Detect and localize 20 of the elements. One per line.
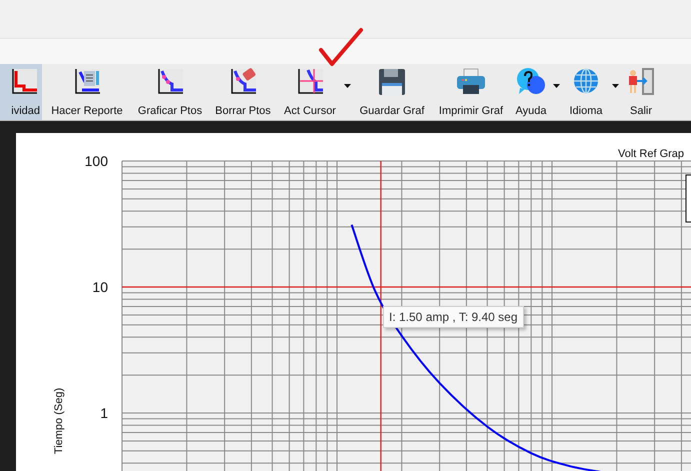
toolbar-button[interactable]: Act Cursor: [278, 64, 342, 120]
chart-title: Volt Ref Grap: [618, 148, 684, 160]
axis-tick-label: 10: [92, 279, 108, 295]
caret-icon: [553, 84, 560, 88]
caret-icon: [344, 84, 351, 88]
axis-tick-label: 100: [84, 153, 108, 169]
legend-box: [686, 174, 691, 222]
toolbar-button[interactable]: Ayuda: [511, 64, 551, 120]
toolbar-button[interactable]: Graficar Ptos: [132, 64, 208, 120]
toolbar-button[interactable]: Borrar Ptos: [208, 64, 278, 120]
axis-title: Tiempo (Seg): [53, 388, 65, 454]
toolbar-button[interactable]: Hacer Reporte: [42, 64, 132, 120]
toolbar-button[interactable]: Idioma: [562, 64, 610, 120]
toolbar-button[interactable]: ividad: [0, 64, 42, 120]
tooltip: I: 1.50 amp , T: 9.40 seg: [383, 306, 524, 328]
toolbar-button[interactable]: Salir: [621, 64, 661, 120]
toolbar-button[interactable]: Imprimir Graf: [431, 64, 511, 120]
caret-icon: [612, 84, 619, 88]
toolbar-button[interactable]: Guardar Graf: [353, 64, 431, 120]
axis-tick-label: 1: [100, 405, 108, 421]
